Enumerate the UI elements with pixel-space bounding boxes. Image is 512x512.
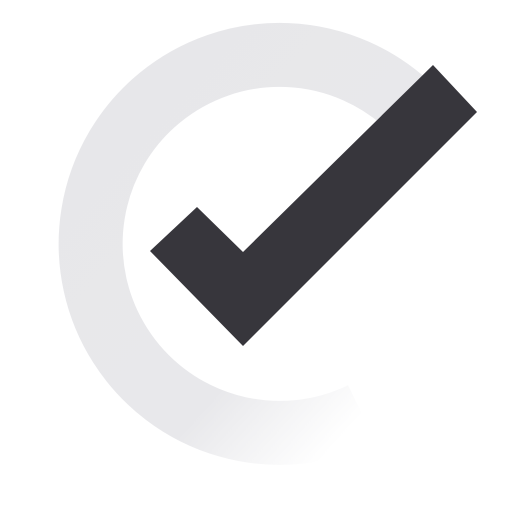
check-complete-graphic — [0, 0, 512, 512]
checkmark-icon — [58, 22, 477, 465]
progress-ring — [58, 22, 434, 465]
